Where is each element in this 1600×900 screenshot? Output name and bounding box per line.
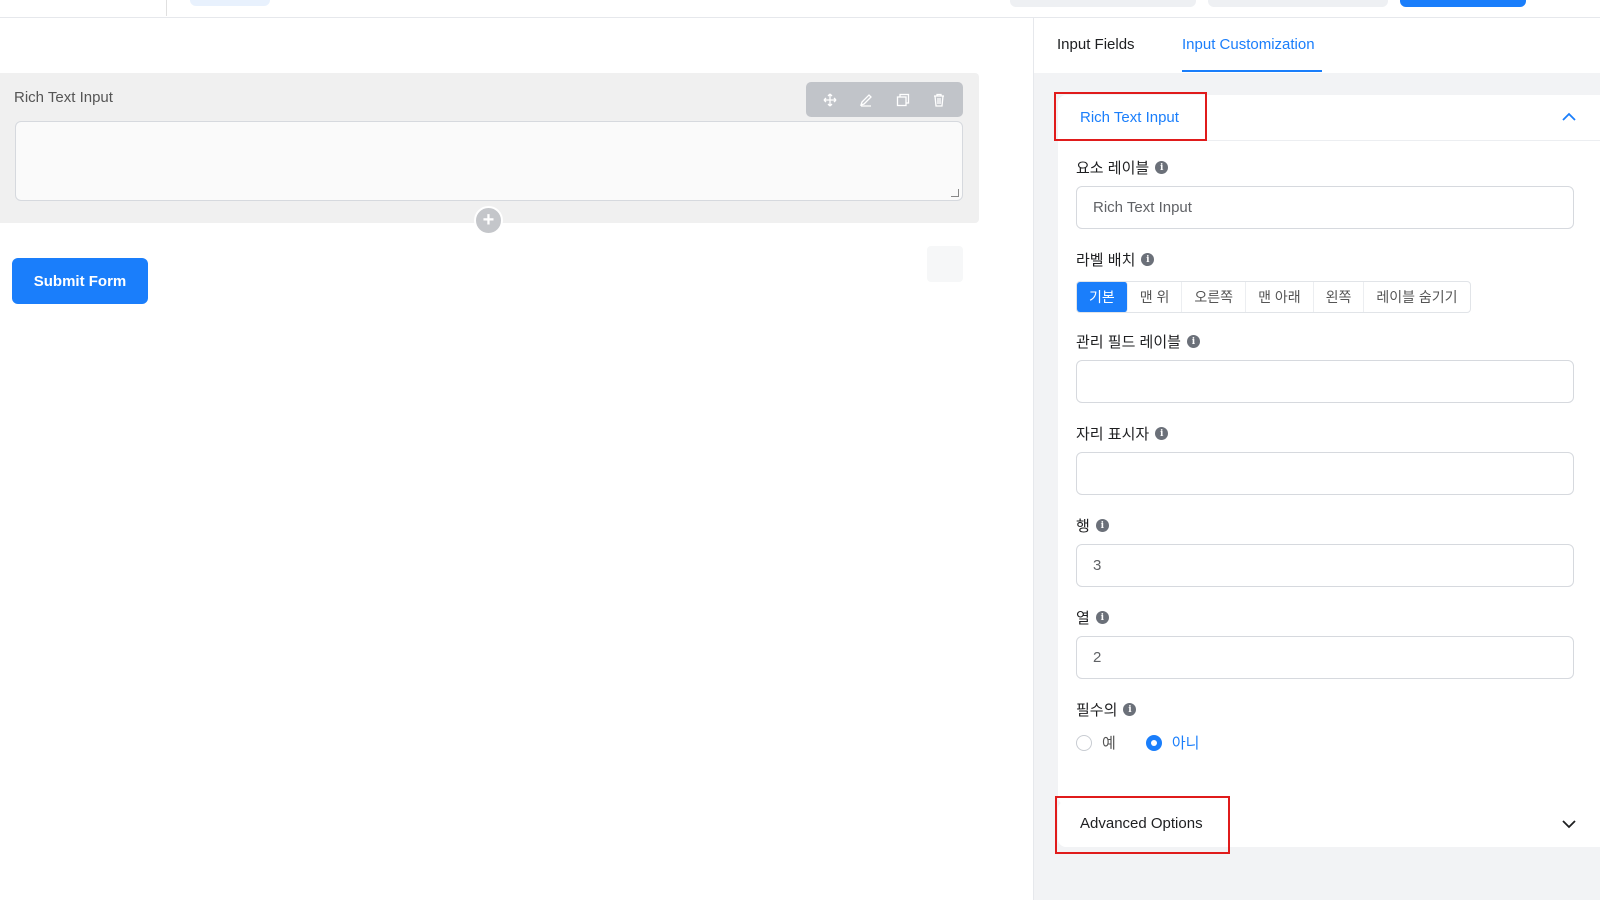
admin-label-label: 관리 필드 레이블 i	[1076, 331, 1200, 352]
highlight-box-section-title	[1054, 92, 1207, 141]
top-bar-primary-button[interactable]	[1400, 0, 1526, 7]
required-no-radio[interactable]: 아니	[1145, 732, 1200, 753]
placement-option-bottom[interactable]: 맨 아래	[1246, 282, 1314, 312]
rich-text-preview-input[interactable]	[15, 121, 963, 201]
placement-option-default[interactable]: 기본	[1077, 282, 1128, 312]
info-icon[interactable]: i	[1095, 611, 1109, 624]
label-placement-segmented: 기본 맨 위 오른쪽 맨 아래 왼쪽 레이블 숨기기	[1076, 281, 1471, 313]
info-icon[interactable]: i	[1155, 161, 1169, 174]
move-icon[interactable]	[820, 90, 840, 110]
top-bar-tab-pill[interactable]	[190, 0, 270, 6]
rich-text-field-block[interactable]: Rich Text Input +	[0, 73, 979, 235]
info-icon[interactable]: i	[1155, 427, 1169, 440]
placeholder-input[interactable]	[1076, 452, 1574, 495]
placement-option-hide[interactable]: 레이블 숨기기	[1364, 282, 1469, 312]
cols-input[interactable]	[1076, 636, 1574, 679]
top-bar-divider	[166, 0, 167, 16]
radio-checked-icon[interactable]	[1145, 734, 1162, 751]
required-yes-radio[interactable]: 예	[1076, 732, 1116, 753]
field-label: Rich Text Input	[14, 89, 113, 106]
edit-icon[interactable]	[856, 90, 876, 110]
top-bar-button-2[interactable]	[1208, 0, 1388, 7]
cols-label: 열 i	[1076, 607, 1109, 628]
element-label-label: 요소 레이블 i	[1076, 157, 1169, 178]
top-bar	[0, 0, 1600, 18]
resize-handle[interactable]	[951, 189, 959, 197]
info-icon[interactable]: i	[1095, 519, 1109, 532]
trash-icon[interactable]	[929, 90, 949, 110]
rows-label: 행 i	[1076, 515, 1109, 536]
radio-circle-icon[interactable]	[1076, 734, 1092, 751]
chevron-down-icon[interactable]	[1561, 816, 1577, 832]
submit-form-button[interactable]: Submit Form	[12, 258, 148, 304]
tab-input-fields[interactable]: Input Fields	[1057, 36, 1135, 53]
admin-label-input[interactable]	[1076, 360, 1574, 403]
placement-option-top[interactable]: 맨 위	[1128, 282, 1183, 312]
top-bar-button-1[interactable]	[1010, 0, 1196, 7]
field-toolbar	[806, 82, 963, 117]
placeholder-label: 자리 표시자 i	[1076, 423, 1169, 444]
field-settings-card: Rich Text Input 요소 레이블 i 라벨 배치 i 기본 맨 위 …	[1054, 92, 1600, 805]
submit-edit-button[interactable]	[927, 246, 963, 282]
info-icon[interactable]: i	[1186, 335, 1200, 348]
active-tab-indicator	[1182, 70, 1322, 72]
form-editor-canvas: Rich Text Input + Submit Form	[0, 18, 1033, 900]
chevron-up-icon[interactable]	[1561, 109, 1577, 125]
panel-tabs: Input Fields Input Customization	[1034, 18, 1600, 73]
settings-panel: Input Fields Input Customization Rich Te…	[1033, 18, 1600, 900]
duplicate-icon[interactable]	[893, 90, 913, 110]
tab-input-customization[interactable]: Input Customization	[1182, 36, 1315, 53]
rows-input[interactable]	[1076, 544, 1574, 587]
info-icon[interactable]: i	[1141, 253, 1155, 266]
required-no-label: 아니	[1171, 735, 1200, 752]
required-label: 필수의 i	[1076, 699, 1137, 720]
add-field-plus-icon[interactable]: +	[474, 206, 503, 235]
required-yes-label: 예	[1102, 735, 1116, 752]
required-radio-group: 예 아니	[1076, 732, 1199, 753]
highlight-box-advanced-options	[1055, 796, 1230, 854]
info-icon[interactable]: i	[1123, 703, 1137, 716]
label-placement-label: 라벨 배치 i	[1076, 249, 1155, 270]
placement-option-left[interactable]: 왼쪽	[1314, 282, 1365, 312]
element-label-input[interactable]	[1076, 186, 1574, 229]
placement-option-right[interactable]: 오른쪽	[1182, 282, 1247, 312]
